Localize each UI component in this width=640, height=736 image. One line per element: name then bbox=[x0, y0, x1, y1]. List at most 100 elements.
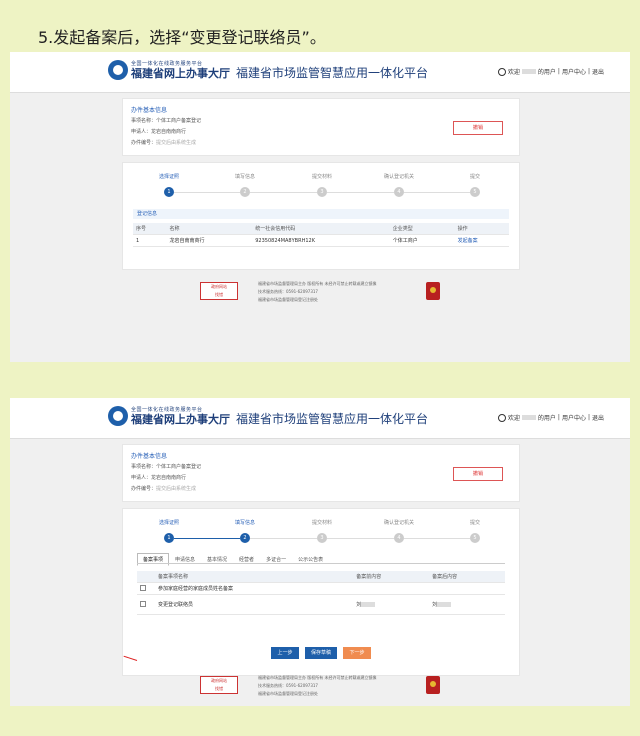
tab-divider bbox=[137, 563, 505, 564]
column-header: 备案前内容 bbox=[353, 571, 430, 583]
logo-subtitle: 全国一体化在线政务服务平台 bbox=[131, 60, 203, 67]
platform-title: 福建省市场监管智慧应用一体化平台 bbox=[236, 66, 429, 80]
row-index: 1 bbox=[133, 234, 167, 247]
step-label-4: 确认登记机关 bbox=[383, 174, 415, 180]
step-label-1: 选择证照 bbox=[158, 174, 180, 180]
item-name-row: 事项名称：个体工商户备案登记 bbox=[131, 464, 202, 470]
info-tabs: 备案事项 申请信息 基本情况 经营者 多证合一 公示公告表 bbox=[137, 553, 329, 566]
portal-emblem-icon bbox=[108, 60, 128, 80]
column-header: 备案事项名称 bbox=[155, 571, 354, 583]
row-checkbox[interactable] bbox=[140, 584, 146, 591]
user-icon bbox=[497, 413, 506, 422]
tab-operator[interactable]: 经营者 bbox=[233, 553, 260, 566]
applicant-row: 申请人：龙岩自南南商行 bbox=[131, 129, 187, 135]
step-connector bbox=[250, 538, 317, 539]
masked-username bbox=[521, 415, 536, 420]
license-name: 龙岩自南南商行 bbox=[166, 234, 253, 247]
prev-step-button[interactable]: 上一步 bbox=[271, 647, 299, 659]
step-connector bbox=[404, 538, 470, 539]
step-label-3: 提交材料 bbox=[311, 174, 333, 180]
tab-application-info[interactable]: 申请信息 bbox=[169, 553, 201, 566]
case-number-row: 办件编号：提交后由系统生成 bbox=[131, 140, 197, 146]
step-circle-3: 3 bbox=[317, 187, 327, 197]
steps-card: 选择证照 填写信息 提交材料 确认登记机关 提交 1 2 3 4 5 备案事项 … bbox=[122, 508, 520, 676]
user-bar: 欢迎 的用户 | 用户中心 | 退出 bbox=[497, 67, 604, 76]
step-connector bbox=[250, 192, 317, 193]
start-filing-link[interactable]: 发起备案 bbox=[454, 234, 509, 247]
column-header: 操作 bbox=[454, 223, 509, 235]
step-circle-1: 1 bbox=[164, 533, 174, 543]
top-bar: 全国一体化在线政务服务平台 福建省网上办事大厅 福建省市场监管智慧应用一体化平台… bbox=[10, 398, 630, 439]
case-info-title: 办件基本信息 bbox=[131, 453, 168, 460]
steps-card: 选择证照 填写信息 提交材料 确认登记机关 提交 1 2 3 4 5 登记信息 … bbox=[122, 162, 520, 270]
step-label-3: 提交材料 bbox=[311, 520, 333, 526]
after-content: 刘 bbox=[429, 594, 505, 615]
footer-text: 福建省市场监督管理局主办 版权所有 未经许可禁止转载或建立镜像 技术服务热线：0… bbox=[258, 675, 377, 696]
filing-item-name: 参加家庭经营的家庭成员姓名备案 bbox=[155, 582, 354, 595]
before-content: 刘 bbox=[353, 594, 430, 615]
instruction-text: 5.发起备案后，选择“变更登记联络员”。 bbox=[38, 28, 326, 47]
party-emblem-icon[interactable] bbox=[426, 676, 440, 694]
table-row: 变更登记联络员 刘 刘 bbox=[123, 594, 505, 661]
withdraw-button[interactable]: 撤销 bbox=[453, 467, 503, 481]
step-circle-5: 5 bbox=[470, 187, 480, 197]
user-bar: 欢迎 的用户 | 用户中心 | 退出 bbox=[497, 413, 604, 422]
step-label-1: 选择证照 bbox=[158, 520, 180, 526]
user-center-link[interactable]: 用户中心 bbox=[562, 413, 586, 422]
logout-link[interactable]: 退出 bbox=[592, 67, 604, 76]
next-step-button[interactable]: 下一步 bbox=[343, 647, 371, 659]
enterprise-type: 个体工商户 bbox=[389, 234, 455, 247]
action-buttons: 上一步 保存草稿 下一步 bbox=[271, 647, 371, 659]
step-connector bbox=[404, 192, 470, 193]
step-connector bbox=[174, 538, 240, 539]
case-info-card: 办件基本信息 事项名称：个体工商户备案登记 申请人：龙岩自南南商行 办件编号：提… bbox=[122, 98, 520, 156]
filing-items-table: 备案事项名称 备案前内容 备案后内容 参加家庭经营的家庭成员姓名备案 变更登记联… bbox=[123, 571, 505, 661]
portal-logo[interactable]: 全国一体化在线政务服务平台 福建省网上办事大厅 bbox=[108, 60, 230, 80]
step-circle-5: 5 bbox=[470, 533, 480, 543]
step-circle-2: 2 bbox=[240, 533, 250, 543]
pointer-arrow bbox=[123, 655, 138, 661]
platform-title: 福建省市场监管智慧应用一体化平台 bbox=[236, 412, 429, 426]
applicant-row: 申请人：龙岩自南南商行 bbox=[131, 475, 187, 481]
logo-title: 福建省网上办事大厅 bbox=[131, 66, 230, 80]
user-greeting: 欢迎 bbox=[507, 69, 520, 76]
logo-title: 福建省网上办事大厅 bbox=[131, 412, 230, 426]
logout-link[interactable]: 退出 bbox=[592, 413, 604, 422]
step-circle-1: 1 bbox=[164, 187, 174, 197]
user-icon bbox=[497, 67, 506, 76]
step-label-5: 提交 bbox=[469, 174, 481, 180]
step-connector bbox=[174, 192, 240, 193]
step-label-5: 提交 bbox=[469, 520, 481, 526]
column-header: 名称 bbox=[166, 223, 253, 235]
step-label-4: 确认登记机关 bbox=[383, 520, 415, 526]
tab-filing-items[interactable]: 备案事项 bbox=[137, 553, 170, 566]
row-checkbox-selected[interactable] bbox=[140, 600, 146, 607]
tab-public-notice[interactable]: 公示公告表 bbox=[292, 553, 329, 566]
case-number-row: 办件编号：提交后由系统生成 bbox=[131, 486, 197, 492]
step-connector bbox=[327, 192, 394, 193]
tab-multi-license[interactable]: 多证合一 bbox=[260, 553, 292, 566]
before-content bbox=[353, 582, 430, 595]
save-draft-button[interactable]: 保存草稿 bbox=[305, 647, 337, 659]
step-circle-2: 2 bbox=[240, 187, 250, 197]
portal-emblem-icon bbox=[108, 406, 128, 426]
withdraw-button[interactable]: 撤销 bbox=[453, 121, 503, 135]
step-circle-4: 4 bbox=[394, 533, 404, 543]
masked-name bbox=[361, 602, 376, 607]
user-center-link[interactable]: 用户中心 bbox=[562, 67, 586, 76]
column-header: 企业类型 bbox=[389, 223, 455, 235]
step-label-2: 填写信息 bbox=[234, 520, 256, 526]
gov-site-badge[interactable]: 政府网站 找错 bbox=[200, 676, 238, 694]
license-table: 序号 名称 统一社会信用代码 企业类型 操作 1 龙岩自南南商行 9235082… bbox=[133, 223, 509, 247]
gov-site-badge[interactable]: 政府网站 找错 bbox=[200, 282, 238, 300]
registration-info-heading: 登记信息 bbox=[133, 209, 509, 219]
tab-basic-info[interactable]: 基本情况 bbox=[201, 553, 233, 566]
screenshot-select-license: 全国一体化在线政务服务平台 福建省网上办事大厅 福建省市场监管智慧应用一体化平台… bbox=[10, 52, 630, 362]
screenshot-fill-info: 全国一体化在线政务服务平台 福建省网上办事大厅 福建省市场监管智慧应用一体化平台… bbox=[10, 398, 630, 706]
user-suffix: 的用户 bbox=[537, 69, 556, 76]
party-emblem-icon[interactable] bbox=[426, 282, 440, 300]
portal-logo[interactable]: 全国一体化在线政务服务平台 福建省网上办事大厅 bbox=[108, 406, 230, 426]
step-label-2: 填写信息 bbox=[234, 174, 256, 180]
step-circle-3: 3 bbox=[317, 533, 327, 543]
table-row: 1 龙岩自南南商行 92350824MA8YBRH12K 个体工商户 发起备案 bbox=[133, 234, 509, 247]
